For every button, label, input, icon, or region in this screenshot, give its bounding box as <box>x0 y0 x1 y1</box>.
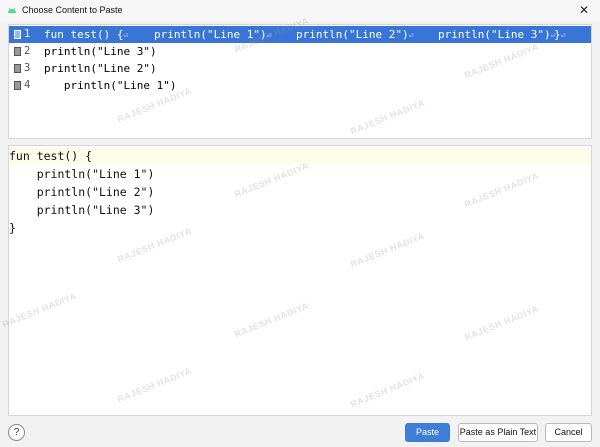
clipboard-history-list[interactable]: 1 fun test() {⏎ println("Line 1")⏎ print… <box>8 24 592 139</box>
preview-line-3: println("Line 2") <box>9 185 155 199</box>
list-item-4[interactable]: 4 println("Line 1") <box>9 77 591 94</box>
list-item-text: println("Line 2")⏎ <box>296 28 414 41</box>
close-icon[interactable]: ✕ <box>576 2 592 18</box>
list-item-text: println("Line 2") <box>44 62 157 75</box>
list-item-number: 1 <box>24 28 31 40</box>
preview-line-4: println("Line 3") <box>9 203 155 217</box>
list-item-text: }⏎ <box>554 28 566 41</box>
preview-line-2: println("Line 1") <box>9 167 155 181</box>
list-item-1[interactable]: 1 fun test() {⏎ println("Line 1")⏎ print… <box>9 26 591 43</box>
list-item-text: println("Line 1")⏎ <box>154 28 272 41</box>
text-file-icon <box>14 47 21 56</box>
list-item-number: 2 <box>24 45 31 57</box>
list-item-text: println("Line 3")⏎ <box>438 28 556 41</box>
list-item-text: println("Line 3") <box>44 45 157 58</box>
paste-preview: fun test() { println("Line 1") println("… <box>8 145 592 416</box>
list-item-text: println("Line 1") <box>44 79 177 92</box>
android-studio-icon <box>8 7 16 13</box>
text-file-icon <box>14 64 21 73</box>
list-item-3[interactable]: 3 println("Line 2") <box>9 60 591 77</box>
text-file-icon <box>14 30 21 39</box>
paste-as-plain-text-button[interactable]: Paste as Plain Text <box>458 423 538 442</box>
help-button[interactable]: ? <box>8 424 25 441</box>
text-file-icon <box>14 81 21 90</box>
list-item-number: 3 <box>24 62 31 74</box>
paste-button[interactable]: Paste <box>405 423 450 442</box>
preview-line-1: fun test() { <box>9 148 591 165</box>
dialog-footer: ? Paste Paste as Plain Text Cancel <box>0 418 600 447</box>
cancel-button[interactable]: Cancel <box>545 423 592 442</box>
list-item-text: fun test() {⏎ <box>44 28 129 41</box>
window-title: Choose Content to Paste <box>22 5 123 15</box>
preview-line-5: } <box>9 221 16 235</box>
list-item-number: 4 <box>24 79 31 91</box>
title-bar: Choose Content to Paste ✕ <box>0 0 600 22</box>
list-item-2[interactable]: 2 println("Line 3") <box>9 43 591 60</box>
